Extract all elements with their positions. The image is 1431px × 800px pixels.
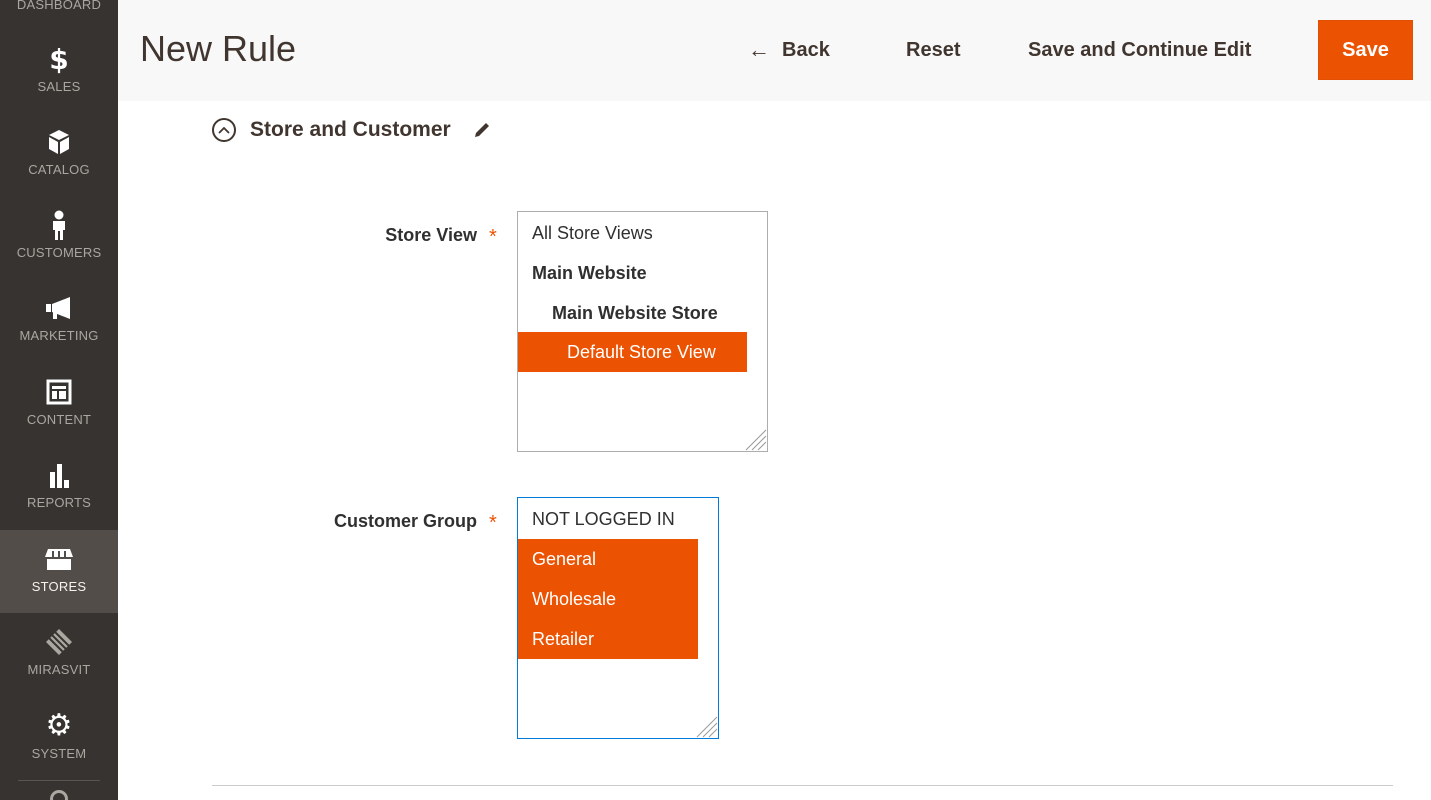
nav-item-label: CATALOG <box>28 162 90 177</box>
customer-group-label: Customer Group <box>333 511 477 531</box>
nav-item-label: SALES <box>37 79 81 94</box>
nav-item-label: MIRASVIT <box>27 662 91 677</box>
admin-sidebar: DASHBOARD $ SALES CATALOG CUSTOMERS MARK… <box>0 0 118 800</box>
nav-item-label: CONTENT <box>26 412 92 427</box>
resize-handle-icon[interactable] <box>743 427 767 451</box>
save-and-continue-button[interactable]: Save and Continue Edit <box>1028 20 1251 80</box>
nav-item-label: MARKETING <box>19 328 99 343</box>
resize-handle-icon[interactable] <box>694 714 718 738</box>
mirasvit-logo-icon <box>0 627 118 657</box>
nav-item-stores[interactable]: STORES <box>0 530 118 613</box>
store-view-option-selected[interactable]: Default Store View <box>518 332 747 372</box>
customer-group-multiselect[interactable]: NOT LOGGED IN General Wholesale Retailer <box>517 497 719 739</box>
nav-item-label: STORES <box>31 579 87 594</box>
layout-icon <box>0 377 118 407</box>
store-view-group-website: Main Website <box>532 263 647 283</box>
page-title: New Rule <box>140 28 297 69</box>
customer-group-option-selected[interactable]: General <box>518 539 698 579</box>
required-marker: * <box>489 512 497 534</box>
storefront-icon <box>0 544 118 574</box>
nav-item-marketing[interactable]: MARKETING <box>0 279 118 362</box>
nav-item-mirasvit[interactable]: MIRASVIT <box>0 613 118 696</box>
pencil-icon[interactable] <box>473 121 491 139</box>
back-button[interactable]: ← Back <box>748 20 830 80</box>
reset-button[interactable]: Reset <box>906 20 960 80</box>
bar-chart-icon <box>0 460 118 490</box>
section-toggle-store-and-customer[interactable]: Store and Customer <box>212 116 491 144</box>
back-button-label: Back <box>782 38 830 61</box>
partial-nav-icon[interactable] <box>50 790 68 800</box>
nav-item-label: REPORTS <box>26 495 91 510</box>
nav-item-label: CUSTOMERS <box>16 245 102 260</box>
save-button[interactable]: Save <box>1318 20 1413 80</box>
required-marker: * <box>489 226 497 248</box>
nav-item-dashboard-label[interactable]: DASHBOARD <box>0 0 118 12</box>
dollar-icon: $ <box>49 42 69 76</box>
nav-item-sales[interactable]: $ SALES <box>0 30 118 113</box>
nav-item-label: SYSTEM <box>31 746 87 761</box>
nav-item-catalog[interactable]: CATALOG <box>0 113 118 196</box>
nav-item-customers[interactable]: CUSTOMERS <box>0 196 118 279</box>
store-view-multiselect[interactable]: All Store Views Main Website Main Websit… <box>517 211 768 452</box>
customer-group-option[interactable]: NOT LOGGED IN <box>518 499 698 539</box>
store-view-option[interactable]: All Store Views <box>518 213 747 253</box>
sidebar-divider <box>18 780 100 781</box>
customer-group-option-selected[interactable]: Wholesale <box>518 579 698 619</box>
person-icon <box>0 210 118 240</box>
section-title: Store and Customer <box>250 118 451 141</box>
customer-group-option-selected[interactable]: Retailer <box>518 619 698 659</box>
store-view-label: Store View <box>385 225 477 245</box>
section-divider <box>212 785 1393 786</box>
nav-item-content[interactable]: CONTENT <box>0 363 118 446</box>
box-icon <box>0 127 118 157</box>
page-header: New Rule ← Back Reset Save and Continue … <box>118 0 1431 101</box>
nav-item-reports[interactable]: REPORTS <box>0 446 118 529</box>
store-view-group-store: Main Website Store <box>552 303 718 323</box>
arrow-left-icon: ← <box>748 37 770 62</box>
collapse-chevron-icon <box>212 118 236 142</box>
megaphone-icon <box>0 293 118 323</box>
gear-icon: ⚙ <box>45 708 73 743</box>
nav-item-system[interactable]: ⚙ SYSTEM <box>0 697 118 780</box>
